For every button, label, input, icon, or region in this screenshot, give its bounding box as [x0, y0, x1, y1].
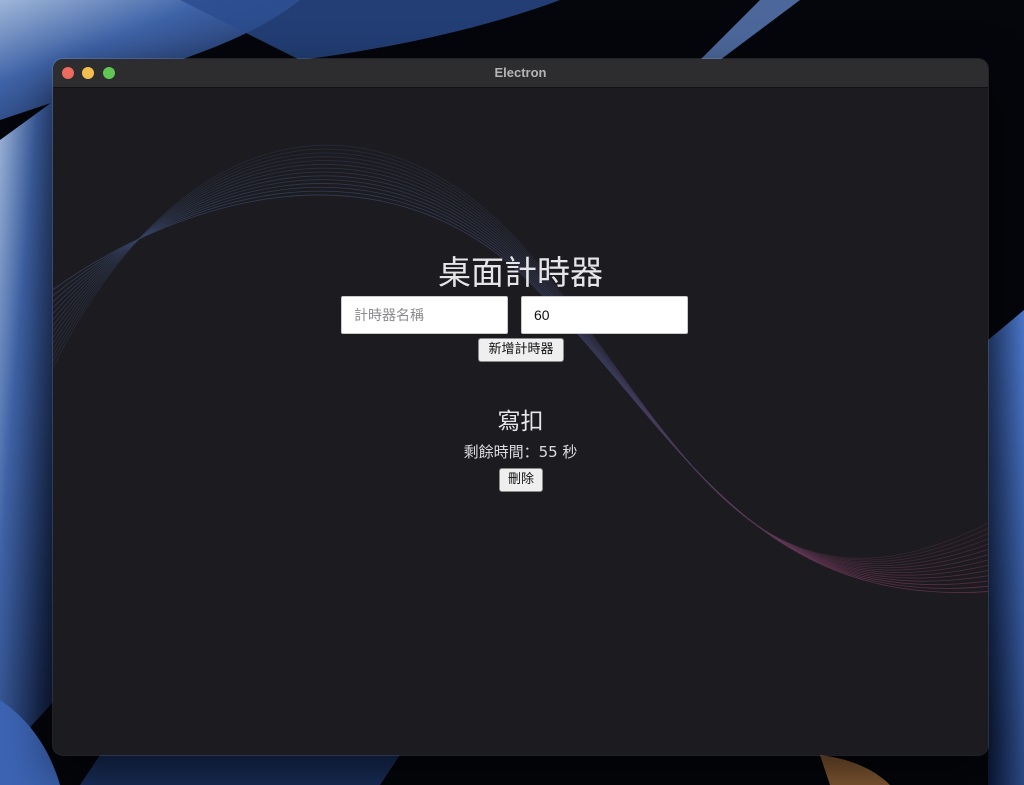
app-window: Electron 桌面計時器 新增計時器 寫扣 剩餘時間：55 秒 刪除	[53, 59, 988, 755]
timer-remaining-time: 剩餘時間：55 秒	[463, 443, 578, 461]
app-content: 桌面計時器 新增計時器 寫扣 剩餘時間：55 秒 刪除	[53, 88, 988, 755]
timer-name-input[interactable]	[341, 296, 508, 334]
app-heading: 桌面計時器	[438, 253, 603, 292]
delete-timer-button[interactable]: 刪除	[499, 468, 543, 492]
title-bar[interactable]: Electron	[53, 59, 988, 88]
timer-name: 寫扣	[497, 409, 544, 435]
add-timer-button[interactable]: 新增計時器	[478, 338, 564, 362]
timer-seconds-input[interactable]	[521, 296, 688, 334]
window-title: Electron	[494, 65, 547, 80]
